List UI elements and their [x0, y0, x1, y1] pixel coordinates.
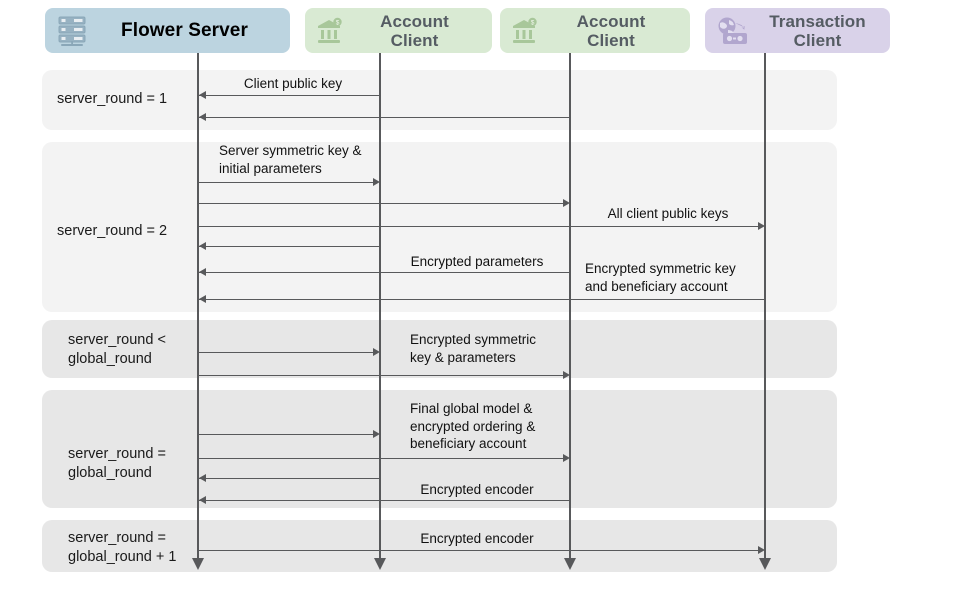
lifeline-flower-server [197, 52, 199, 560]
actor-transaction-client-label: Transaction Client [769, 11, 866, 50]
message-label-m3: Server symmetric key & initial parameter… [219, 143, 362, 176]
message-arrowhead-m4 [563, 199, 570, 207]
band-round-1-label: server_round = 1 [57, 91, 168, 107]
message-arrowhead-m13 [199, 474, 206, 482]
lifeline-tip-account-client-1 [374, 558, 386, 570]
message-line-m13 [199, 478, 380, 479]
message-line-m11 [199, 434, 373, 435]
message-line-m4 [199, 203, 563, 204]
message-arrowhead-m9 [373, 348, 380, 356]
message-arrowhead-m7 [199, 268, 206, 276]
actor-flower-server-label: Flower Server [121, 20, 248, 41]
actor-account-client-2-label: Account Client [576, 11, 646, 50]
message-label-m8: Encrypted symmetric key and beneficiary … [585, 261, 736, 294]
message-arrowhead-m5 [758, 222, 765, 230]
bank-account-icon: $ [313, 15, 345, 47]
actor-transaction-client[interactable]: Transaction Client [705, 8, 890, 53]
actor-account-client-2[interactable]: $ Account Client [500, 8, 690, 53]
message-line-m8 [199, 299, 765, 300]
actor-account-client-1[interactable]: $ Account Client [305, 8, 492, 53]
message-label-m7: Encrypted parameters [410, 254, 544, 269]
message-arrowhead-m2 [199, 113, 206, 121]
lifeline-tip-flower-server [192, 558, 204, 570]
message-arrowhead-m3 [373, 178, 380, 186]
message-line-m3 [199, 182, 373, 183]
message-line-m5 [199, 226, 758, 227]
money-transfer-icon [713, 15, 753, 47]
server-icon [55, 15, 89, 47]
lifeline-tip-account-client-2 [564, 558, 576, 570]
message-arrowhead-m12 [563, 454, 570, 462]
message-line-m14 [199, 500, 570, 501]
message-line-m2 [199, 117, 570, 118]
message-label-m5: All client public keys [607, 206, 729, 221]
actor-account-client-1-label: Account Client [380, 11, 449, 50]
sequence-diagram: server_round = 1 server_round = 2 server… [0, 0, 960, 600]
message-line-m9 [199, 352, 373, 353]
band-round-2-label: server_round = 2 [57, 223, 168, 239]
message-arrowhead-m14 [199, 496, 206, 504]
message-label-m14: Encrypted encoder [420, 482, 534, 497]
message-line-m7 [199, 272, 570, 273]
message-line-m1 [199, 95, 380, 96]
message-line-m12 [199, 458, 563, 459]
message-arrowhead-m8 [199, 295, 206, 303]
svg-text:$: $ [531, 19, 535, 26]
bank-account-icon: $ [508, 15, 540, 47]
message-label-m15: Encrypted encoder [420, 531, 534, 546]
message-arrowhead-m6 [199, 242, 206, 250]
message-arrowhead-m15 [758, 546, 765, 554]
message-label-m1: Client public key [243, 76, 343, 91]
lifeline-transaction-client [764, 52, 766, 560]
message-arrowhead-m10 [563, 371, 570, 379]
message-line-m15 [199, 550, 758, 551]
band-round-lt-global-label: server_round < global_round [68, 332, 166, 367]
actor-flower-server[interactable]: Flower Server [45, 8, 290, 53]
message-line-m10 [199, 375, 563, 376]
message-label-m9: Encrypted symmetric key & parameters [410, 332, 537, 365]
lifeline-account-client-1 [379, 52, 381, 560]
message-line-m6 [199, 246, 380, 247]
band-round-eq-global-label: server_round = global_round [68, 446, 166, 481]
lifeline-tip-transaction-client [759, 558, 771, 570]
message-label-m11: Final global model & encrypted ordering … [410, 401, 536, 451]
svg-text:$: $ [336, 19, 340, 26]
message-arrowhead-m11 [373, 430, 380, 438]
